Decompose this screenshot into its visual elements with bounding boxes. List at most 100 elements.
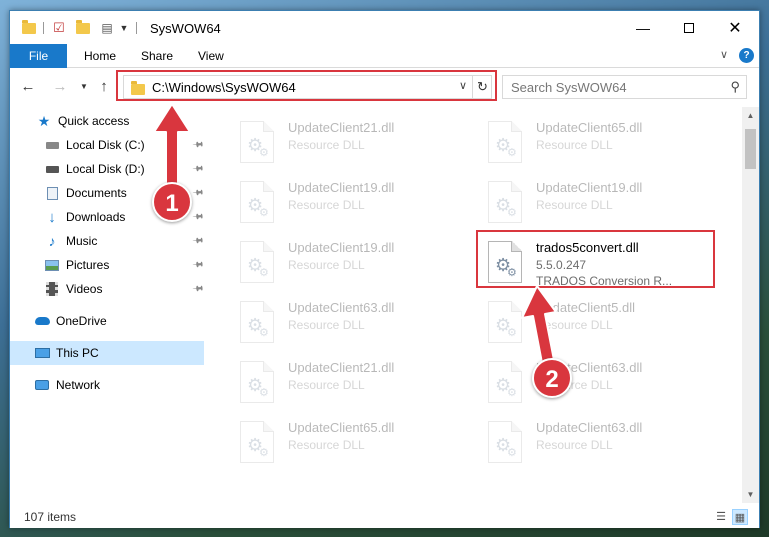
tab-home[interactable]: Home <box>70 44 130 68</box>
file-name: UpdateClient63.dll <box>536 420 643 435</box>
file-type: Resource DLL <box>536 438 613 452</box>
recent-locations-button[interactable]: ▼ <box>74 77 94 97</box>
star-icon: ★ <box>37 112 51 129</box>
scroll-thumb[interactable] <box>745 129 756 169</box>
file-tile[interactable]: ⚙ ⚙ UpdateClient19.dll Resource DLL <box>220 177 460 237</box>
file-name: UpdateClient63.dll <box>288 300 395 315</box>
pin-icon[interactable]: 🖈 <box>189 280 207 299</box>
arrow-up-icon: ↑ <box>100 78 108 95</box>
properties-icon[interactable]: ☑ <box>50 19 68 37</box>
scroll-down-icon[interactable]: ▼ <box>742 486 759 503</box>
details-view-icon[interactable]: ☰ <box>713 509 729 525</box>
forward-button[interactable]: → <box>50 77 70 97</box>
dll-file-icon: ⚙ ⚙ <box>488 301 522 343</box>
file-tile[interactable]: ⚙ ⚙ UpdateClient19.dll Resource DLL <box>220 237 460 297</box>
sidebar-item-music[interactable]: ♪ Music 🖈 <box>10 229 207 253</box>
file-type: Resource DLL <box>288 378 365 392</box>
file-type: Resource DLL <box>288 438 365 452</box>
up-button[interactable]: ↑ <box>94 77 114 97</box>
search-box[interactable]: ⚲ <box>502 75 747 99</box>
file-tile[interactable]: ⚙ ⚙ UpdateClient65.dll Resource DLL <box>468 117 708 177</box>
file-tile[interactable]: ⚙ ⚙ UpdateClient21.dll Resource DLL <box>220 117 460 177</box>
drive-icon <box>44 161 60 177</box>
minimize-button[interactable]: — <box>620 11 666 44</box>
gear-icon: ⚙ <box>259 327 269 339</box>
file-tile[interactable]: ⚙ ⚙ UpdateClient5.dll Resource DLL <box>468 297 708 357</box>
tab-share[interactable]: Share <box>127 44 187 68</box>
file-highlight-box <box>476 230 715 288</box>
sidebar-item-onedrive[interactable]: OneDrive <box>10 309 204 333</box>
search-input[interactable] <box>511 79 711 95</box>
close-icon: ✕ <box>728 19 742 37</box>
file-type: Resource DLL <box>288 138 365 152</box>
sidebar-item-label: Network <box>56 378 101 392</box>
pin-icon[interactable]: 🖈 <box>189 208 207 227</box>
maximize-button[interactable] <box>666 11 712 44</box>
gear-icon: ⚙ <box>259 267 269 279</box>
folder-icon <box>20 19 38 37</box>
file-tile[interactable]: ⚙ ⚙ UpdateClient63.dll Resource DLL <box>468 357 708 417</box>
back-button[interactable]: ← <box>18 77 38 97</box>
sidebar-item-label: Local Disk (D:) <box>66 162 145 176</box>
new-folder-icon[interactable] <box>74 19 92 37</box>
pictures-icon <box>44 257 60 273</box>
file-tile[interactable]: ⚙ ⚙ UpdateClient21.dll Resource DLL <box>220 357 460 417</box>
qa-separator <box>43 22 44 34</box>
dll-file-icon: ⚙ ⚙ <box>240 301 274 343</box>
tab-view[interactable]: View <box>184 44 238 68</box>
computer-icon <box>34 345 50 361</box>
vertical-scrollbar[interactable]: ▲ ▼ <box>742 107 759 503</box>
sidebar-item-network[interactable]: Network <box>10 373 204 397</box>
pin-icon[interactable]: 🖈 <box>189 160 207 179</box>
minimize-icon: — <box>636 19 650 36</box>
file-name: UpdateClient19.dll <box>288 240 395 255</box>
ribbon: File Home Share View ∨ ? <box>10 44 759 68</box>
expand-ribbon-icon[interactable]: ∨ <box>720 48 728 61</box>
pin-icon[interactable]: 🖈 <box>189 256 207 275</box>
close-button[interactable]: ✕ <box>712 11 758 44</box>
scroll-up-icon[interactable]: ▲ <box>742 107 759 124</box>
navigation-pane: ★ Quick access Local Disk (C:) 🖈 Local D… <box>10 107 206 503</box>
chevron-down-icon: ▼ <box>80 82 88 91</box>
pin-icon[interactable]: 🖈 <box>189 232 207 251</box>
sidebar-item-label: OneDrive <box>56 314 107 328</box>
gear-icon: ⚙ <box>259 447 269 459</box>
step-badge-2: 2 <box>532 358 572 398</box>
sidebar-item-local-disk-c[interactable]: Local Disk (C:) 🖈 <box>10 133 207 157</box>
large-icons-view-icon[interactable]: ▦ <box>732 509 748 525</box>
file-tile[interactable]: ⚙ ⚙ UpdateClient19.dll Resource DLL <box>468 177 708 237</box>
sidebar-item-local-disk-d[interactable]: Local Disk (D:) 🖈 <box>10 157 207 181</box>
music-icon: ♪ <box>48 233 56 249</box>
dll-file-icon: ⚙ ⚙ <box>240 181 274 223</box>
sidebar-item-label: Videos <box>66 282 103 296</box>
sidebar-item-quick-access[interactable]: ★ Quick access <box>10 109 204 133</box>
help-icon[interactable]: ? <box>739 48 754 63</box>
pin-icon[interactable]: 🖈 <box>189 136 207 155</box>
tab-file[interactable]: File <box>10 44 67 68</box>
dll-file-icon: ⚙ ⚙ <box>488 181 522 223</box>
file-list: ⚙ ⚙ UpdateClient21.dll Resource DLL ⚙ ⚙ Up… <box>210 107 744 503</box>
sidebar-item-pictures[interactable]: Pictures 🖈 <box>10 253 207 277</box>
step-badge-1: 1 <box>152 182 192 222</box>
file-type: Resource DLL <box>536 198 613 212</box>
dll-file-icon: ⚙ ⚙ <box>240 121 274 163</box>
gear-icon: ⚙ <box>507 147 517 159</box>
customize-icon[interactable]: ▤ <box>98 19 116 37</box>
sidebar-item-label: Music <box>66 234 98 248</box>
gear-icon: ⚙ <box>507 327 517 339</box>
dll-file-icon: ⚙ ⚙ <box>488 121 522 163</box>
file-name: UpdateClient21.dll <box>288 120 395 135</box>
file-type: Resource DLL <box>536 318 613 332</box>
dll-file-icon: ⚙ ⚙ <box>240 421 274 463</box>
file-type: Resource DLL <box>288 318 365 332</box>
sidebar-item-this-pc[interactable]: This PC <box>10 341 204 365</box>
file-name: UpdateClient19.dll <box>536 180 643 195</box>
file-tile[interactable]: ⚙ ⚙ UpdateClient63.dll Resource DLL <box>468 417 708 477</box>
dll-file-icon: ⚙ ⚙ <box>488 421 522 463</box>
chevron-down-icon[interactable]: ▼ <box>118 19 130 37</box>
sidebar-item-videos[interactable]: Videos 🖈 <box>10 277 207 301</box>
file-tile[interactable]: ⚙ ⚙ UpdateClient63.dll Resource DLL <box>220 297 460 357</box>
file-tile[interactable]: ⚙ ⚙ UpdateClient65.dll Resource DLL <box>220 417 460 477</box>
documents-icon <box>44 185 60 201</box>
item-count: 107 items <box>24 510 77 524</box>
